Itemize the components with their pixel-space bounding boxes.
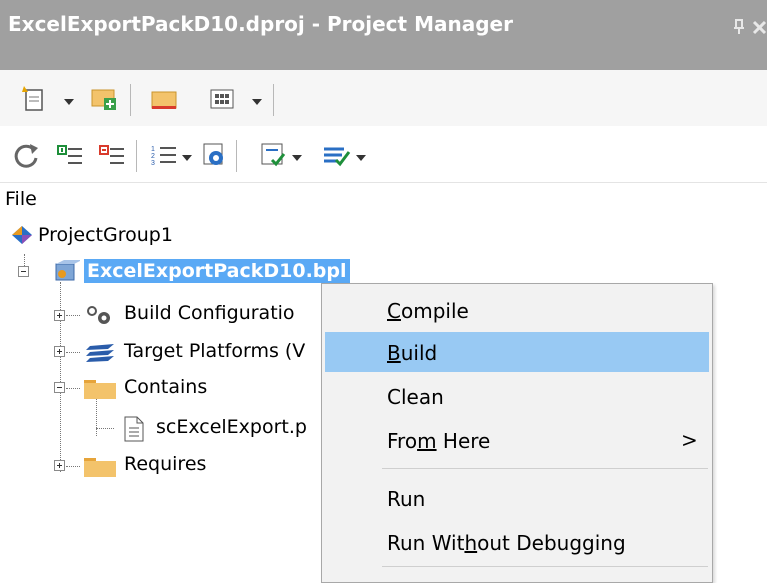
accelerator-key: C: [387, 299, 401, 323]
label-part: Run Wit: [387, 531, 465, 555]
menu-separator: [382, 468, 708, 469]
label-part: Fro: [387, 429, 418, 453]
folder-icon: [82, 454, 118, 478]
tree-node-project-group[interactable]: ProjectGroup1: [38, 224, 173, 246]
tree-node-target-platforms[interactable]: Target Platforms (V: [124, 340, 305, 362]
context-menu: Compile Build Clean From Here > Run Run …: [321, 283, 713, 583]
menu-separator: [382, 566, 708, 567]
tree-line: [96, 396, 97, 436]
collapse-toggle[interactable]: [54, 382, 65, 393]
tree-line: [66, 315, 80, 316]
menu-item-run-without-debugging[interactable]: Run Without Debugging: [325, 522, 709, 562]
menu-item-label: Run: [387, 487, 425, 511]
target-platforms-icon: [84, 340, 118, 364]
accelerator-key: B: [387, 341, 401, 365]
menu-item-clean[interactable]: Clean: [325, 376, 709, 416]
package-icon: [52, 258, 82, 284]
menu-item-label: From Here: [387, 429, 490, 453]
tree-node-contains[interactable]: Contains: [124, 376, 207, 398]
label-part: Here: [436, 429, 491, 453]
project-group-icon: [10, 224, 34, 246]
tree-line: [24, 254, 25, 266]
menu-item-build[interactable]: Build: [325, 332, 709, 372]
label-part: uild: [400, 341, 438, 365]
file-icon: [122, 416, 146, 442]
menu-item-run[interactable]: Run: [325, 478, 709, 518]
accelerator-key: m: [417, 429, 437, 453]
label-part: out Debugging: [477, 531, 626, 555]
tree-line: [66, 388, 80, 389]
expand-toggle[interactable]: [54, 346, 65, 357]
menu-item-from-here[interactable]: From Here >: [325, 420, 709, 460]
submenu-arrow-icon: >: [681, 428, 698, 452]
expand-toggle[interactable]: [54, 310, 65, 321]
expand-toggle[interactable]: [54, 460, 65, 471]
label-part: ompile: [400, 299, 469, 323]
tree-line: [96, 428, 114, 429]
menu-item-label: Clean: [387, 385, 444, 409]
collapse-toggle[interactable]: [18, 266, 29, 277]
gear-icon: [82, 303, 116, 327]
tree-line: [66, 352, 80, 353]
menu-item-label: Run Without Debugging: [387, 531, 626, 555]
folder-icon: [82, 376, 118, 400]
label-part: Clean: [387, 385, 444, 409]
menu-item-compile[interactable]: Compile: [325, 290, 709, 330]
tree-node-file[interactable]: scExcelExport.p: [156, 416, 307, 438]
tree-node-build-configurations[interactable]: Build Configuratio: [124, 302, 295, 324]
menu-item-label: Build: [387, 341, 437, 365]
tree-node-project[interactable]: ExcelExportPackD10.bpl: [84, 259, 350, 283]
accelerator-key: h: [464, 531, 478, 555]
tree-node-requires[interactable]: Requires: [124, 453, 206, 475]
menu-item-label: Compile: [387, 299, 469, 323]
tree-line: [66, 466, 80, 467]
label-part: Run: [387, 487, 426, 511]
